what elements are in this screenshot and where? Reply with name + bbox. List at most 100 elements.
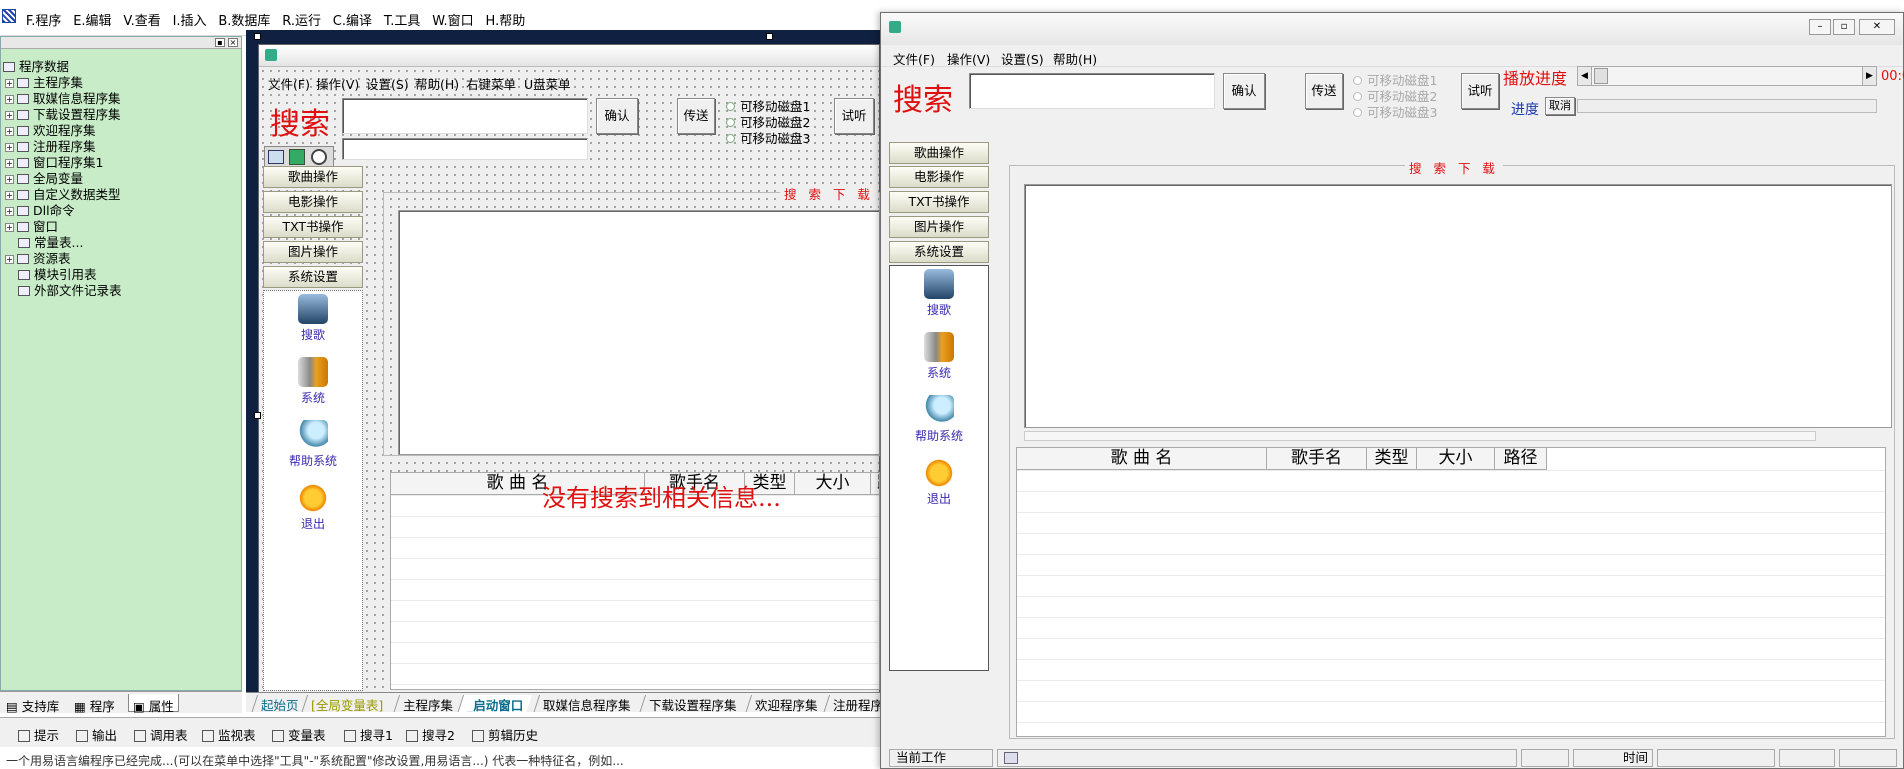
expand-icon[interactable]: +: [5, 111, 14, 120]
app-list-hscrollbar[interactable]: [1024, 431, 1816, 441]
doc-tab-start[interactable]: 起始页: [250, 695, 308, 712]
designer-cat-movies[interactable]: 电影操作: [263, 191, 363, 213]
expand-icon[interactable]: +: [5, 127, 14, 136]
app-cat-movies[interactable]: 电影操作: [889, 166, 989, 188]
close-window-icon[interactable]: ✕: [1859, 19, 1895, 35]
designer-listen-button[interactable]: 试听: [834, 98, 874, 134]
designer-system-button[interactable]: 系统: [281, 357, 345, 406]
ide-menu-view[interactable]: V.查看: [123, 10, 160, 29]
designer-menu-settings[interactable]: 设置(S): [366, 74, 409, 93]
doc-tab-download[interactable]: 下载设置程序集: [638, 695, 746, 712]
app-song-table[interactable]: 歌 曲 名 歌手名 类型 大小 路径: [1016, 447, 1886, 737]
app-result-listbox[interactable]: [1024, 184, 1892, 428]
tab-variables[interactable]: 变量表: [272, 725, 326, 744]
ide-menu-edit[interactable]: E.编辑: [73, 10, 111, 29]
app-cat-images[interactable]: 图片操作: [889, 216, 989, 238]
doc-tab-startup-window[interactable]: _启动窗口: [456, 695, 533, 712]
expand-icon[interactable]: +: [5, 159, 14, 168]
designer-exit-button[interactable]: 退出: [281, 483, 345, 532]
app-cancel-button[interactable]: 取消: [1545, 97, 1575, 115]
ide-menu-insert[interactable]: I.插入: [173, 10, 207, 29]
app-col-singer[interactable]: 歌手名: [1267, 448, 1367, 470]
scroll-right-icon[interactable]: ▶: [1862, 67, 1876, 85]
designer-search-input2[interactable]: [342, 138, 588, 160]
expand-icon[interactable]: +: [5, 191, 14, 200]
app-menu-help[interactable]: 帮助(H): [1053, 49, 1097, 68]
designer-search-song-button[interactable]: 搜歌: [281, 294, 345, 343]
expand-icon[interactable]: +: [5, 95, 14, 104]
designer-search-input[interactable]: [342, 98, 588, 134]
app-exit-button[interactable]: 退出: [907, 458, 971, 507]
designer-result-listbox[interactable]: [398, 210, 880, 455]
scroll-left-icon[interactable]: ◀: [1578, 67, 1592, 85]
calendar-icon[interactable]: [268, 150, 284, 164]
designer-menu-action[interactable]: 操作(V): [316, 74, 359, 93]
app-send-button[interactable]: 传送: [1305, 73, 1343, 109]
app-col-type[interactable]: 类型: [1367, 448, 1417, 470]
designer-cat-settings[interactable]: 系统设置: [263, 266, 363, 288]
minimize-icon[interactable]: –: [1809, 19, 1831, 35]
app-col-path[interactable]: 路径: [1495, 448, 1547, 470]
tab-search2[interactable]: 搜寻2: [406, 725, 455, 744]
app-col-song[interactable]: 歌 曲 名: [1017, 448, 1267, 470]
tab-search1[interactable]: 搜寻1: [344, 725, 393, 744]
tab-properties[interactable]: ▣ 属性: [128, 694, 179, 714]
designer-cat-images[interactable]: 图片操作: [263, 241, 363, 263]
designer-col-size[interactable]: 大小: [795, 473, 871, 495]
ide-menu-help[interactable]: H.帮助: [486, 10, 526, 29]
designer-menu-context[interactable]: 右键菜单: [466, 74, 516, 93]
play-progress-scrollbar[interactable]: ◀ ▶: [1577, 66, 1877, 86]
close-icon[interactable]: ×: [228, 38, 238, 47]
expand-icon[interactable]: +: [5, 207, 14, 216]
app-search-input[interactable]: [969, 73, 1215, 109]
app-cat-txt[interactable]: TXT书操作: [889, 191, 989, 213]
designer-radio-disk3[interactable]: 可移动磁盘3: [726, 128, 810, 147]
doc-tab-main[interactable]: 主程序集: [392, 695, 463, 712]
app-menu-action[interactable]: 操作(V): [947, 49, 990, 68]
tab-program[interactable]: ▦ 程序: [70, 694, 119, 714]
designer-menu-file[interactable]: 文件(F): [268, 74, 310, 93]
ide-menu-tools[interactable]: T.工具: [384, 10, 421, 29]
app-menu-file[interactable]: 文件(F): [893, 49, 935, 68]
ide-menu-database[interactable]: B.数据库: [218, 10, 270, 29]
tab-support-library[interactable]: ▤ 支持库: [2, 694, 63, 714]
resize-handle[interactable]: [254, 33, 261, 40]
expand-icon[interactable]: +: [5, 79, 14, 88]
ide-menu-compile[interactable]: C.编译: [333, 10, 372, 29]
app-menu-settings[interactable]: 设置(S): [1001, 49, 1044, 68]
resize-handle[interactable]: [254, 412, 261, 419]
clock-icon[interactable]: [311, 149, 327, 165]
tree-item[interactable]: 外部文件记录表: [18, 280, 122, 299]
app-help-button[interactable]: 帮助系统: [907, 395, 971, 444]
expand-icon[interactable]: +: [5, 255, 14, 264]
doc-tab-register[interactable]: 注册程序集: [822, 695, 880, 712]
ide-menu-run[interactable]: R.运行: [282, 10, 321, 29]
doc-tab-welcome[interactable]: 欢迎程序集: [744, 695, 827, 712]
designer-confirm-button[interactable]: 确认: [596, 98, 638, 134]
expand-icon[interactable]: +: [5, 175, 14, 184]
resize-handle[interactable]: [766, 33, 773, 40]
designer-col-path[interactable]: 路: [871, 473, 879, 495]
expand-icon[interactable]: +: [5, 143, 14, 152]
maximize-icon[interactable]: ▫: [1833, 19, 1855, 35]
scroll-thumb[interactable]: [1594, 68, 1608, 84]
app-radio-disk3[interactable]: 可移动磁盘3: [1353, 102, 1437, 121]
designer-menu-udisk[interactable]: U盘菜单: [524, 74, 571, 93]
app-listen-button[interactable]: 试听: [1461, 73, 1499, 109]
app-cat-songs[interactable]: 歌曲操作: [889, 142, 989, 164]
tab-clip-history[interactable]: 剪辑历史: [472, 725, 538, 744]
designer-menu-help[interactable]: 帮助(H): [415, 74, 459, 93]
designer-send-button[interactable]: 传送: [677, 98, 715, 134]
app-search-song-button[interactable]: 搜歌: [907, 269, 971, 318]
tab-call-table[interactable]: 调用表: [134, 725, 188, 744]
doc-tab-media[interactable]: 取媒信息程序集: [532, 695, 640, 712]
app-system-button[interactable]: 系统: [907, 332, 971, 381]
pin-icon[interactable]: ▪: [215, 38, 225, 47]
app-col-size[interactable]: 大小: [1417, 448, 1495, 470]
expand-icon[interactable]: +: [5, 223, 14, 232]
doc-tab-globals[interactable]: [全局变量表]: [300, 695, 393, 712]
designer-help-button[interactable]: 帮助系统: [281, 420, 345, 469]
designer-cat-txt[interactable]: TXT书操作: [263, 216, 363, 238]
designer-cat-songs[interactable]: 歌曲操作: [263, 166, 363, 188]
tab-output[interactable]: 输出: [76, 725, 117, 744]
